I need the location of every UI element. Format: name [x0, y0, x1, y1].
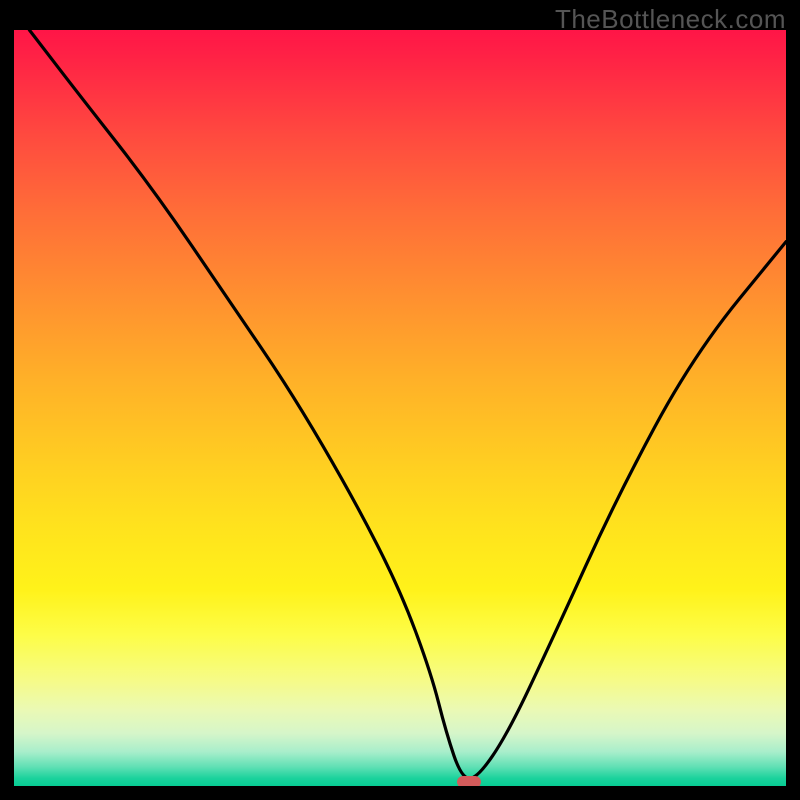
chart-frame: TheBottleneck.com [0, 0, 800, 800]
plot-area [14, 30, 786, 786]
bottleneck-curve [14, 30, 786, 786]
minimum-marker [457, 776, 481, 786]
watermark-text: TheBottleneck.com [555, 4, 786, 35]
